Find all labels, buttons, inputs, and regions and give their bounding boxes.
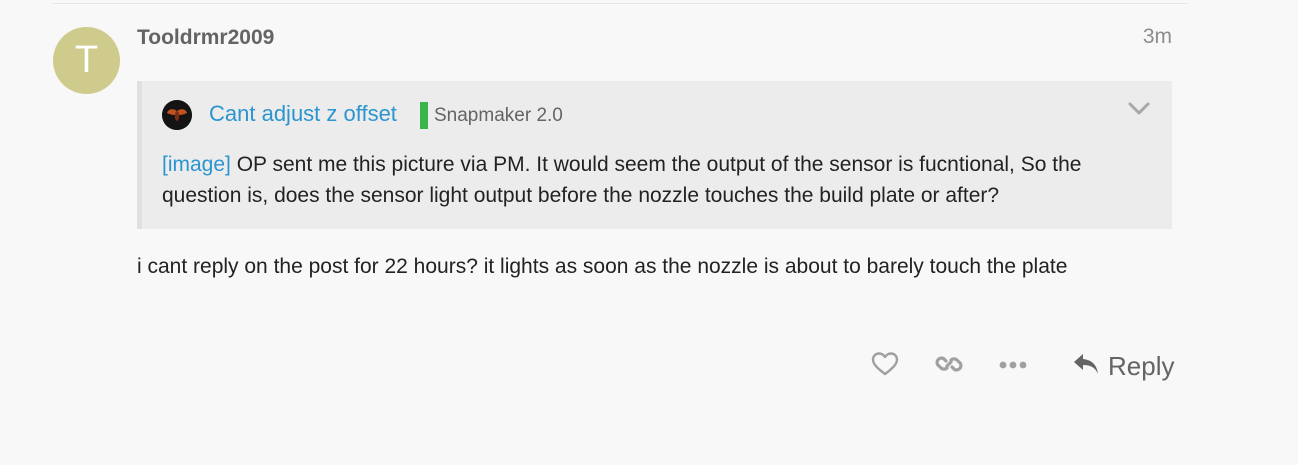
ellipsis-icon [998,357,1028,375]
quote-image-link[interactable]: [image] [162,153,231,176]
reply-button[interactable]: Reply [1072,348,1174,384]
post-username[interactable]: Tooldrmr2009 [137,26,274,50]
reply-arrow-icon [1072,352,1100,381]
avatar[interactable]: T [53,27,120,94]
quote-topic-link[interactable]: Cant adjust z offset [209,101,397,127]
quote-body: [image] OP sent me this picture via PM. … [162,149,1162,211]
post-divider [52,3,1188,4]
reply-label: Reply [1108,350,1175,381]
category-label: Snapmaker 2.0 [434,104,563,126]
like-button[interactable] [871,348,899,384]
share-link-button[interactable] [934,348,964,384]
post-date[interactable]: 3m [1143,25,1172,49]
chevron-down-icon[interactable] [1128,102,1150,121]
link-icon [934,349,964,384]
quote-body-text: OP sent me this picture via PM. It would… [162,153,1082,207]
heart-icon [871,351,899,382]
more-actions-button[interactable] [998,348,1028,384]
quote-block: Cant adjust z offset Snapmaker 2.0 [imag… [137,81,1172,229]
post-body-text: i cant reply on the post for 22 hours? i… [137,255,1068,278]
quote-author-avatar[interactable] [162,100,192,130]
quote-category-badge[interactable]: Snapmaker 2.0 [420,102,563,129]
category-color-swatch [420,102,428,129]
